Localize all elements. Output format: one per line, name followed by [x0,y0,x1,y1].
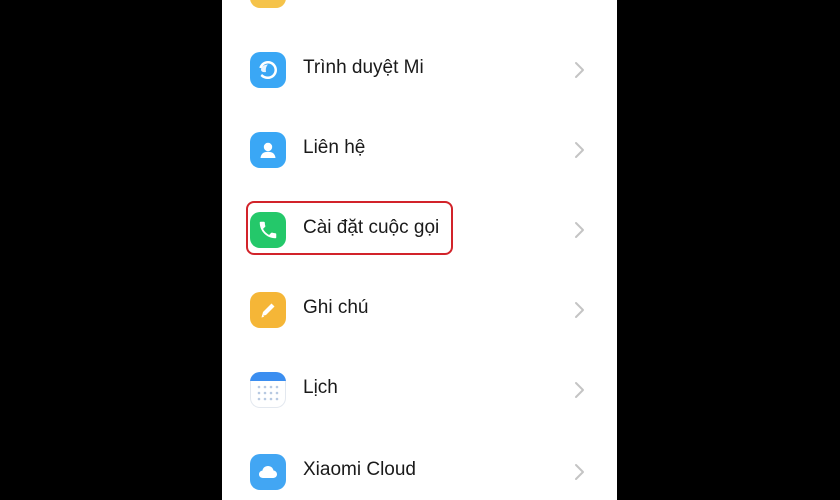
notes-icon [250,292,286,328]
settings-item-contacts[interactable]: Liên hệ [222,110,617,190]
chevron-right-icon [575,142,584,158]
settings-item-notes[interactable]: Ghi chú [222,270,617,350]
partial-app-icon [250,0,286,8]
settings-item-browser[interactable]: Trình duyệt Mi [222,30,617,110]
calendar-icon [250,372,286,408]
settings-item-label: Ghi chú [303,297,369,318]
settings-item-calendar[interactable]: Lịch [222,350,617,430]
highlight-annotation [246,201,453,255]
chevron-right-icon [575,62,584,78]
settings-item-label: Lịch [303,377,338,398]
cloud-icon [250,454,286,490]
chevron-right-icon [575,382,584,398]
settings-item-xiaomi-cloud[interactable]: Xiaomi Cloud [222,432,617,500]
chevron-right-icon [575,464,584,480]
contact-icon [250,132,286,168]
settings-item-label: Trình duyệt Mi [303,57,424,78]
settings-screen: Trình duyệt Mi Liên hệ Cài đặt cuộc gọi [222,0,617,500]
chevron-right-icon [575,302,584,318]
settings-item-label: Liên hệ [303,137,366,158]
browser-icon [250,52,286,88]
settings-item-label: Xiaomi Cloud [303,459,416,480]
chevron-right-icon [575,222,584,238]
